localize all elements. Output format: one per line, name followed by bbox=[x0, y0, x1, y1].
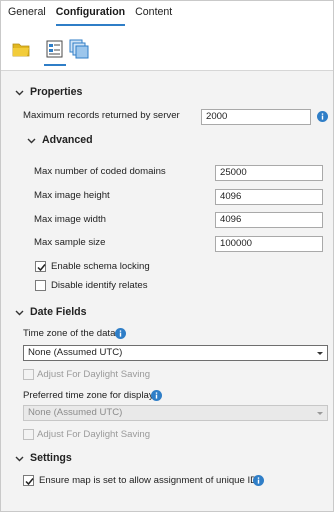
info-icon[interactable] bbox=[115, 328, 126, 339]
layers-icon[interactable] bbox=[68, 38, 90, 60]
daylight-saving-label-1: Adjust For Daylight Saving bbox=[37, 369, 151, 380]
tab-content[interactable]: Content bbox=[135, 6, 172, 22]
sample-size-label: Max sample size bbox=[34, 237, 106, 248]
preferred-timezone-select[interactable]: None (Assumed UTC) bbox=[23, 405, 328, 421]
unique-ids-label: Ensure map is set to allow assignment of… bbox=[39, 475, 262, 486]
coded-domains-label: Max number of coded domains bbox=[34, 166, 166, 177]
unique-ids-checkbox[interactable] bbox=[23, 475, 34, 486]
image-width-label: Max image width bbox=[34, 214, 106, 225]
info-icon[interactable] bbox=[253, 475, 264, 486]
date-fields-section-header[interactable]: Date Fields bbox=[15, 306, 87, 318]
daylight-saving-checkbox-2[interactable] bbox=[23, 429, 34, 440]
preferred-timezone-select-value: None (Assumed UTC) bbox=[28, 407, 123, 418]
checkmark-icon bbox=[37, 264, 46, 272]
tab-general[interactable]: General bbox=[8, 6, 46, 22]
chevron-down-icon bbox=[15, 90, 24, 95]
document-list-icon[interactable] bbox=[44, 38, 66, 60]
timezone-select[interactable]: None (Assumed UTC) bbox=[23, 345, 328, 361]
folder-icon[interactable] bbox=[10, 38, 32, 60]
properties-section-header[interactable]: Properties bbox=[15, 86, 82, 98]
schema-locking-label: Enable schema locking bbox=[51, 261, 150, 272]
dropdown-caret-icon bbox=[317, 352, 323, 355]
coded-domains-input[interactable]: 25000 bbox=[215, 165, 323, 181]
checkmark-icon bbox=[25, 478, 34, 486]
schema-locking-checkbox[interactable] bbox=[35, 261, 46, 272]
tab-configuration[interactable]: Configuration bbox=[55, 6, 126, 26]
daylight-saving-checkbox-1[interactable] bbox=[23, 369, 34, 380]
properties-heading: Properties bbox=[30, 86, 83, 98]
image-height-input[interactable]: 4096 bbox=[215, 189, 323, 205]
settings-heading: Settings bbox=[30, 452, 72, 464]
info-icon[interactable] bbox=[317, 111, 328, 122]
chevron-down-icon bbox=[15, 310, 24, 315]
preferred-timezone-label: Preferred time zone for display bbox=[23, 390, 154, 401]
identify-relates-label: Disable identify relates bbox=[51, 280, 148, 291]
dropdown-caret-icon bbox=[317, 412, 323, 415]
timezone-select-value: None (Assumed UTC) bbox=[28, 347, 123, 358]
image-height-label: Max image height bbox=[34, 190, 110, 201]
sample-size-input[interactable]: 100000 bbox=[215, 236, 323, 252]
tab-bar: General Configuration Content bbox=[8, 6, 172, 26]
max-records-label: Maximum records returned by server bbox=[23, 110, 180, 121]
identify-relates-checkbox[interactable] bbox=[35, 280, 46, 291]
max-records-input[interactable]: 2000 bbox=[201, 109, 311, 125]
info-icon[interactable] bbox=[151, 390, 162, 401]
active-view-indicator bbox=[44, 64, 66, 66]
configuration-panel: Properties Maximum records returned by s… bbox=[1, 70, 333, 511]
chevron-down-icon bbox=[27, 138, 36, 143]
chevron-down-icon bbox=[15, 456, 24, 461]
settings-section-header[interactable]: Settings bbox=[15, 452, 72, 464]
advanced-section-header[interactable]: Advanced bbox=[27, 134, 93, 146]
daylight-saving-label-2: Adjust For Daylight Saving bbox=[37, 429, 151, 440]
advanced-heading: Advanced bbox=[42, 134, 93, 146]
date-fields-heading: Date Fields bbox=[30, 306, 87, 318]
timezone-label: Time zone of the data bbox=[23, 328, 116, 339]
image-width-input[interactable]: 4096 bbox=[215, 212, 323, 228]
